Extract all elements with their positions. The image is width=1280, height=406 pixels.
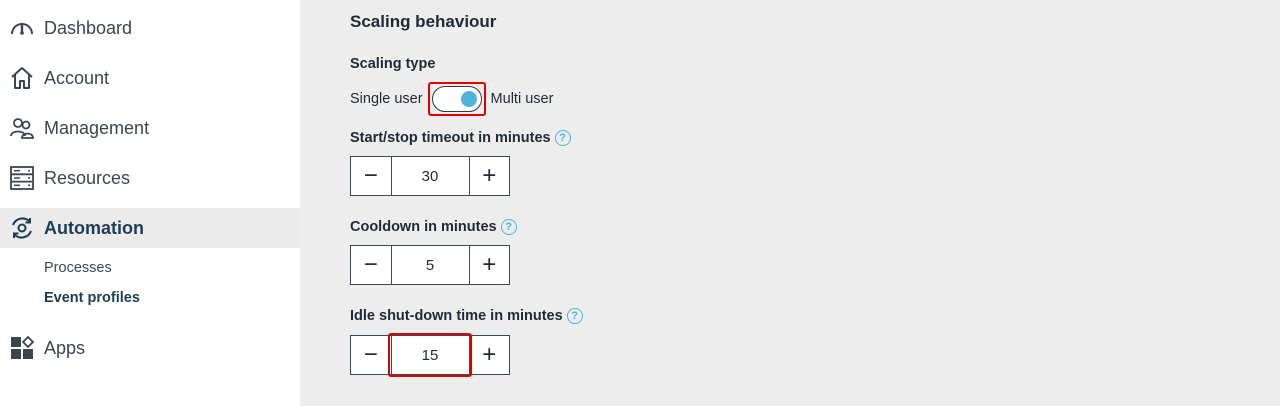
multi-user-option: Multi user bbox=[490, 91, 554, 107]
field-label-text: Scaling type bbox=[350, 56, 436, 72]
start-stop-timeout-input[interactable]: 30 bbox=[391, 157, 469, 195]
nav-item-dashboard[interactable]: Dashboard bbox=[0, 8, 300, 48]
nav-item-automation[interactable]: Automation bbox=[0, 208, 300, 248]
nav-item-resources[interactable]: Resources bbox=[0, 158, 300, 198]
nav-item-apps[interactable]: Apps bbox=[0, 328, 300, 368]
increment-button[interactable]: + bbox=[468, 246, 510, 284]
toggle-knob bbox=[460, 91, 477, 107]
decrement-button[interactable]: − bbox=[351, 336, 392, 374]
cooldown-input[interactable]: 5 bbox=[391, 246, 469, 284]
toggle-highlight bbox=[427, 82, 486, 116]
decrement-button[interactable]: − bbox=[351, 246, 392, 284]
help-icon[interactable]: ? bbox=[500, 219, 517, 235]
field-label-text: Idle shut-down time in minutes bbox=[350, 308, 563, 324]
sidebar: Dashboard Account Management Resources A… bbox=[0, 0, 300, 406]
nav-label: Account bbox=[44, 67, 110, 88]
nav-label: Resources bbox=[44, 167, 131, 188]
field-label-text: Cooldown in minutes bbox=[350, 219, 497, 235]
scaling-type-label: Scaling type bbox=[350, 56, 435, 72]
server-icon bbox=[9, 165, 35, 191]
cooldown-stepper: − 5 + bbox=[350, 245, 510, 285]
cooldown-label: Cooldown in minutes ? bbox=[350, 219, 517, 235]
subnav-item-processes[interactable]: Processes bbox=[44, 260, 112, 276]
main-content: Scaling behaviour Scaling type Single us… bbox=[300, 0, 1280, 406]
nav-item-account[interactable]: Account bbox=[0, 58, 300, 98]
idle-shutdown-input[interactable]: 15 bbox=[391, 336, 469, 374]
single-user-option: Single user bbox=[350, 91, 423, 107]
help-icon[interactable]: ? bbox=[566, 308, 583, 324]
increment-button[interactable]: + bbox=[468, 336, 510, 374]
scaling-type-toggle[interactable] bbox=[431, 86, 482, 112]
increment-button[interactable]: + bbox=[468, 157, 510, 195]
nav-label: Apps bbox=[44, 337, 86, 358]
apps-grid-icon bbox=[9, 335, 35, 361]
nav-label: Management bbox=[44, 117, 150, 138]
idle-shutdown-label: Idle shut-down time in minutes ? bbox=[350, 308, 583, 324]
help-icon[interactable]: ? bbox=[554, 130, 571, 146]
start-stop-timeout-label: Start/stop timeout in minutes ? bbox=[350, 130, 571, 146]
nav-item-management[interactable]: Management bbox=[0, 108, 300, 148]
decrement-button[interactable]: − bbox=[351, 157, 392, 195]
nav-label: Dashboard bbox=[44, 17, 133, 38]
start-stop-timeout-stepper: − 30 + bbox=[350, 156, 510, 196]
section-title: Scaling behaviour bbox=[350, 12, 497, 31]
subnav-item-event-profiles[interactable]: Event profiles bbox=[44, 290, 140, 306]
scaling-type-toggle-row: Single user Multi user bbox=[350, 82, 553, 116]
users-icon bbox=[9, 115, 35, 141]
automation-gear-icon bbox=[9, 215, 35, 241]
field-label-text: Start/stop timeout in minutes bbox=[350, 130, 551, 146]
idle-shutdown-stepper: − 15 + bbox=[350, 335, 510, 375]
nav-label: Automation bbox=[44, 217, 144, 238]
gauge-icon bbox=[9, 15, 35, 41]
home-icon bbox=[9, 65, 35, 91]
